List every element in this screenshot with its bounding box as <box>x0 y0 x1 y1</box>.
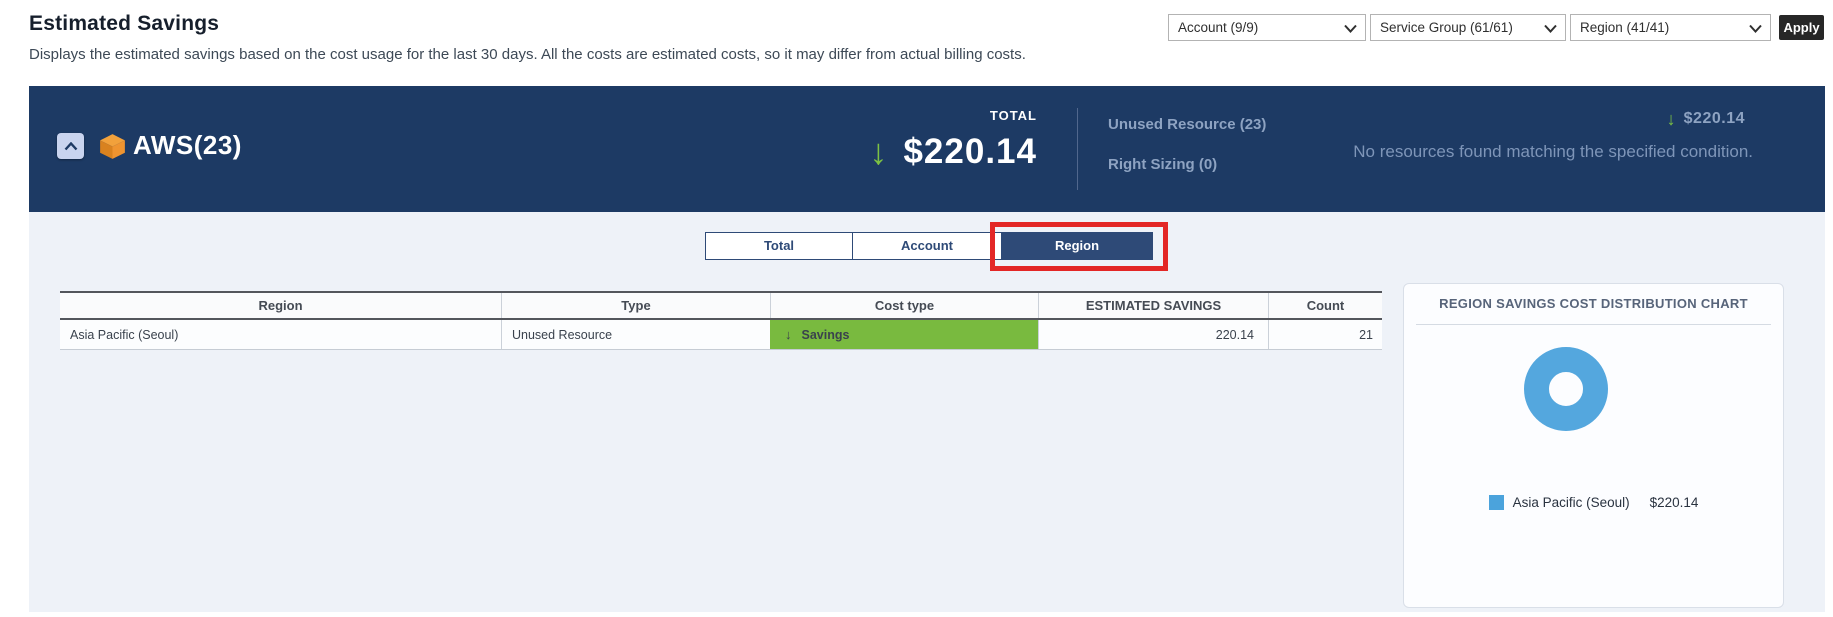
region-filter-value: Region (41/41) <box>1580 20 1669 35</box>
apply-button[interactable]: Apply <box>1779 15 1824 40</box>
chart-title: REGION SAVINGS COST DISTRIBUTION CHART <box>1404 296 1783 311</box>
total-savings: ↓ $220.14 <box>869 132 1037 172</box>
unused-resource-count: Unused Resource (23) <box>1108 116 1266 133</box>
aws-summary-banner: AWS(23) TOTAL ↓ $220.14 Unused Resource … <box>29 86 1825 212</box>
cell-estimated-savings: 220.14 <box>1038 320 1268 349</box>
unused-resource-savings-value: $220.14 <box>1684 110 1745 128</box>
right-sizing-count: Right Sizing (0) <box>1108 156 1217 173</box>
collapse-button[interactable] <box>57 133 84 159</box>
region-savings-chart-panel: REGION SAVINGS COST DISTRIBUTION CHART A… <box>1403 283 1784 608</box>
region-savings-table: Region Type Cost type ESTIMATED SAVINGS … <box>60 291 1382 350</box>
total-savings-value: $220.14 <box>903 132 1037 172</box>
chevron-up-icon <box>64 142 78 151</box>
tab-account[interactable]: Account <box>852 232 1002 260</box>
cell-cost-type-savings: ↓ Savings <box>770 320 1038 349</box>
chart-title-divider <box>1416 324 1771 325</box>
down-arrow-icon: ↓ <box>869 134 887 170</box>
column-header-estimated-savings: ESTIMATED SAVINGS <box>1038 293 1268 318</box>
account-filter-value: Account (9/9) <box>1178 20 1258 35</box>
cost-type-label: Savings <box>802 328 850 342</box>
legend-value: $220.14 <box>1650 495 1699 510</box>
column-header-region: Region <box>60 293 501 318</box>
banner-divider <box>1077 108 1078 190</box>
cell-type: Unused Resource <box>501 320 770 349</box>
column-header-cost-type: Cost type <box>770 293 1038 318</box>
chevron-down-icon <box>1544 24 1557 33</box>
cell-count: 21 <box>1268 320 1382 349</box>
provider-name: AWS(23) <box>133 130 242 161</box>
chevron-down-icon <box>1344 24 1357 33</box>
cell-region: Asia Pacific (Seoul) <box>60 320 501 349</box>
chart-legend: Asia Pacific (Seoul) $220.14 <box>1404 495 1783 510</box>
page-title: Estimated Savings <box>29 12 219 36</box>
donut-chart[interactable] <box>1524 347 1608 431</box>
legend-swatch <box>1489 495 1504 510</box>
down-arrow-icon: ↓ <box>785 327 792 342</box>
table-header-row: Region Type Cost type ESTIMATED SAVINGS … <box>60 291 1382 320</box>
legend-label: Asia Pacific (Seoul) <box>1513 495 1630 510</box>
table-row[interactable]: Asia Pacific (Seoul) Unused Resource ↓ S… <box>60 320 1382 350</box>
region-filter-dropdown[interactable]: Region (41/41) <box>1570 14 1771 41</box>
aws-cube-icon <box>99 133 126 160</box>
chevron-down-icon <box>1749 24 1762 33</box>
account-filter-dropdown[interactable]: Account (9/9) <box>1168 14 1366 41</box>
estimated-savings-page: Estimated Savings Displays the estimated… <box>0 0 1833 617</box>
column-header-count: Count <box>1268 293 1382 318</box>
tab-region[interactable]: Region <box>1001 232 1153 260</box>
tab-total[interactable]: Total <box>705 232 853 260</box>
right-sizing-empty-message: No resources found matching the specifie… <box>1353 142 1753 162</box>
column-header-type: Type <box>501 293 770 318</box>
down-arrow-icon: ↓ <box>1667 110 1676 128</box>
service-group-filter-value: Service Group (61/61) <box>1380 20 1513 35</box>
page-description: Displays the estimated savings based on … <box>29 46 1026 63</box>
unused-resource-savings: ↓ $220.14 <box>1667 110 1745 128</box>
service-group-filter-dropdown[interactable]: Service Group (61/61) <box>1370 14 1566 41</box>
total-label: TOTAL <box>990 108 1037 123</box>
